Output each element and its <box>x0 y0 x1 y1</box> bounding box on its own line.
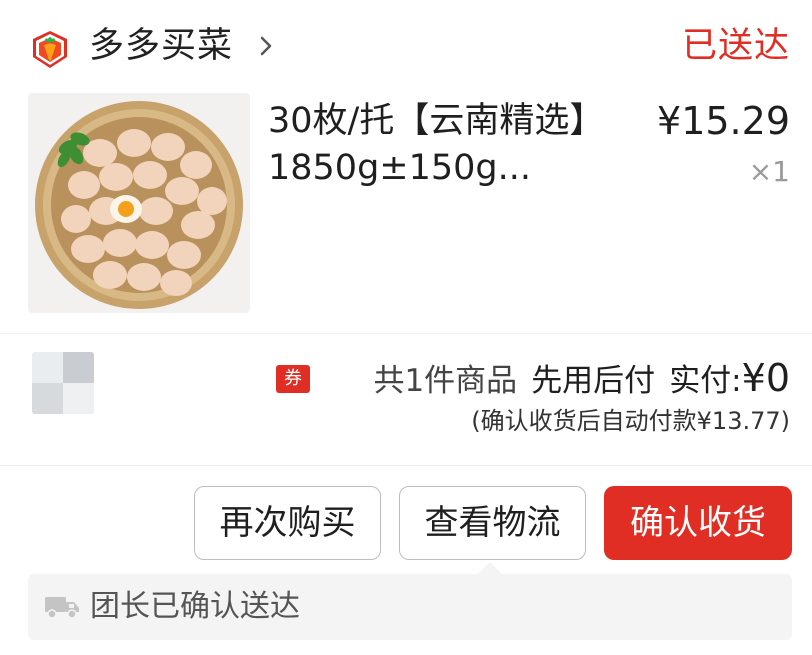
view-logistics-button[interactable]: 查看物流 <box>399 486 586 560</box>
blurred-avatar <box>32 352 94 414</box>
product-image[interactable] <box>28 93 250 313</box>
truck-icon <box>44 594 80 620</box>
order-status: 已送达 <box>681 26 790 66</box>
payment-summary: 共1件商品 先用后付 实付:¥0 <box>373 356 790 403</box>
divider <box>0 465 812 466</box>
delivery-status-text: 团长已确认送达 <box>90 589 300 624</box>
carrot-logo-icon[interactable] <box>28 27 72 71</box>
paid-amount: ¥0 <box>741 356 790 400</box>
product-quantity: ×1 <box>748 155 790 188</box>
product-title[interactable]: 30枚/托【云南精选】1850g±150g... <box>268 98 628 192</box>
status-bar-pointer <box>478 562 502 574</box>
store-name[interactable]: 多多买菜 <box>89 24 233 68</box>
chevron-right-icon[interactable] <box>256 32 276 60</box>
item-count: 共1件商品 <box>373 363 518 399</box>
delivery-status-bar[interactable]: 团长已确认送达 <box>28 574 792 640</box>
pay-later-label: 先用后付 <box>531 363 656 399</box>
divider <box>0 333 812 334</box>
rebuy-button[interactable]: 再次购买 <box>194 486 381 560</box>
product-price: ¥15.29 <box>657 99 790 143</box>
confirm-receipt-button[interactable]: 确认收货 <box>604 486 792 560</box>
order-card[interactable]: 多多买菜 已送达 30枚/托【云南精选】1850g±150g... ¥15.29… <box>0 0 812 655</box>
auto-pay-note: (确认收货后自动付款¥13.77) <box>471 407 790 435</box>
coupon-badge: 券 <box>276 365 310 393</box>
paid-label: 实付: <box>669 363 742 399</box>
